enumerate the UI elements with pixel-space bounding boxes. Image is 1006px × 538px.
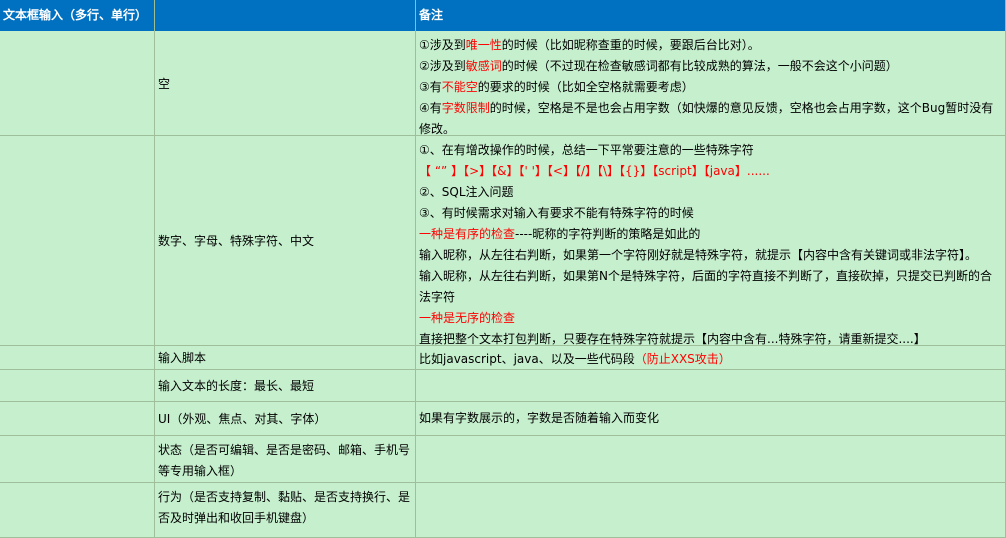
note-line: 比如javascript、java、以及一些代码段（防止XXS攻击）: [419, 349, 1005, 369]
note-text: 的要求的时候（比如全空格就需要考虑）: [477, 80, 694, 94]
note-text: 比如javascript、java、以及一些代码段: [419, 352, 635, 366]
item-text: 空: [158, 76, 171, 91]
note-line: 输入昵称，从左往右判断，如果第一个字符刚好就是特殊字符，就提示【内容中含有关键词…: [419, 245, 1005, 266]
header-col-c[interactable]: 备注: [416, 0, 1006, 31]
note-line: ④有字数限制的时候，空格是不是也会占用字数（如快爆的意见反馈，空格也会占用字数，…: [419, 98, 1005, 119]
cell-a[interactable]: [0, 136, 155, 346]
cell-a[interactable]: [0, 436, 155, 483]
cell-item[interactable]: 状态（是否可编辑、是否是密码、邮箱、手机号 等专用输入框）: [155, 436, 416, 483]
note-line: ③、有时候需求对输入有要求不能有特殊字符的时候: [419, 203, 1005, 224]
item-text: 输入文本的长度：最长、最短: [158, 379, 315, 393]
note-text: 的时候（比如昵称查重的时候，要跟后台比对）。: [501, 38, 760, 52]
note-highlight: 字数限制: [441, 101, 490, 115]
note-text: ④有: [419, 101, 442, 115]
note-text: ②涉及到: [419, 59, 466, 73]
cell-notes[interactable]: [416, 370, 1006, 402]
note-line: 一种是有序的检查----昵称的字符判断的策略是如此的: [419, 224, 1005, 245]
item-text-line: 等专用输入框）: [158, 464, 243, 478]
header-col-b[interactable]: [155, 0, 416, 31]
note-highlight: 敏感词: [465, 59, 502, 73]
item-text-line: 行为（是否支持复制、黏贴、是否支持换行、是: [158, 490, 411, 504]
note-text: 输入昵称，从左往右判断，如果第N个是特殊字符，后面的字符直接不判断了，直接砍掉，…: [419, 269, 992, 283]
item-text: 输入脚本: [158, 351, 207, 365]
note-text: ①涉及到: [419, 38, 466, 52]
note-highlight: 唯一性: [465, 38, 502, 52]
note-line: 直接把整个文本打包判断，只要存在特殊字符就提示【内容中含有...特殊字符，请重新…: [419, 329, 1005, 346]
note-text: 法字符: [419, 290, 456, 304]
note-highlight: 【 “” 】【>】【&】【' '】【<】【/】【\】【{}】【script】【j…: [419, 164, 770, 178]
cell-item[interactable]: 行为（是否支持复制、黏贴、是否支持换行、是 否及时弹出和收回手机键盘）: [155, 483, 416, 538]
note-line: ②、SQL注入问题: [419, 182, 1005, 203]
note-text: ③有: [419, 80, 442, 94]
cell-item[interactable]: UI（外观、焦点、对其、字体）: [155, 402, 416, 436]
cell-notes[interactable]: [416, 436, 1006, 483]
cell-item[interactable]: 空: [155, 31, 416, 136]
cell-notes[interactable]: ①、在有增改操作的时候，总结一下平常要注意的一些特殊字符【 “” 】【>】【&】…: [416, 136, 1006, 346]
note-highlight: （防止XXS攻击）: [634, 352, 731, 366]
note-line: ②涉及到敏感词的时候（不过现在检查敏感词都有比较成熟的算法，一般不会这个小问题）: [419, 56, 1005, 77]
cell-notes[interactable]: 比如javascript、java、以及一些代码段（防止XXS攻击）: [416, 346, 1006, 370]
cell-a[interactable]: [0, 483, 155, 538]
note-highlight: 一种是有序的检查: [419, 227, 516, 241]
note-text: 的时候，空格是不是也会占用字数（如快爆的意见反馈，空格也会占用字数，这个Bug暂…: [489, 101, 994, 115]
note-line: 法字符: [419, 287, 1005, 308]
note-line: ③有不能空的要求的时候（比如全空格就需要考虑）: [419, 77, 1005, 98]
cell-notes[interactable]: [416, 483, 1006, 538]
cell-item[interactable]: 数字、字母、特殊字符、中文: [155, 136, 416, 346]
cell-a[interactable]: [0, 346, 155, 370]
note-line: ①、在有增改操作的时候，总结一下平常要注意的一些特殊字符: [419, 140, 1005, 161]
note-text: ----昵称的字符判断的策略是如此的: [515, 227, 701, 241]
note-text: ②、SQL注入问题: [419, 185, 514, 199]
item-text-line: 状态（是否可编辑、是否是密码、邮箱、手机号: [158, 443, 411, 457]
cell-a[interactable]: [0, 402, 155, 436]
note-text: 的时候（不过现在检查敏感词都有比较成熟的算法，一般不会这个小问题）: [501, 59, 898, 73]
spreadsheet: 文本框输入（多行、单行） 备注 空 ①涉及到唯一性的时候（比如昵称查重的时候，要跟…: [0, 0, 1006, 538]
note-highlight: 一种是无序的检查: [419, 311, 516, 325]
cell-a[interactable]: [0, 31, 155, 136]
cell-notes[interactable]: ①涉及到唯一性的时候（比如昵称查重的时候，要跟后台比对）。 ②涉及到敏感词的时候（…: [416, 31, 1006, 136]
note-line: 一种是无序的检查: [419, 308, 1005, 329]
note-text: 直接把整个文本打包判断，只要存在特殊字符就提示【内容中含有...特殊字符，请重新…: [419, 332, 926, 346]
note-line: 输入昵称，从左往右判断，如果第N个是特殊字符，后面的字符直接不判断了，直接砍掉，…: [419, 266, 1005, 287]
note-text: ①、在有增改操作的时候，总结一下平常要注意的一些特殊字符: [419, 143, 754, 157]
note-line: 修改。: [419, 119, 1005, 136]
cell-a[interactable]: [0, 370, 155, 402]
note-line: ①涉及到唯一性的时候（比如昵称查重的时候，要跟后台比对）。: [419, 35, 1005, 56]
item-text: 数字、字母、特殊字符、中文: [158, 234, 315, 248]
item-text-line: 否及时弹出和收回手机键盘）: [158, 511, 315, 525]
cell-item[interactable]: 输入脚本: [155, 346, 416, 370]
note-text: 修改。: [419, 122, 456, 136]
note-text: 输入昵称，从左往右判断，如果第一个字符刚好就是特殊字符，就提示【内容中含有关键词…: [419, 248, 978, 262]
note-line: 【 “” 】【>】【&】【' '】【<】【/】【\】【{}】【script】【j…: [419, 161, 1005, 182]
item-text: UI（外观、焦点、对其、字体）: [158, 412, 327, 426]
note-text: 如果有字数展示的，字数是否随着输入而变化: [419, 411, 660, 425]
note-highlight: 不能空: [441, 80, 478, 94]
note-text: ③、有时候需求对输入有要求不能有特殊字符的时候: [419, 206, 694, 220]
header-col-a[interactable]: 文本框输入（多行、单行）: [0, 0, 155, 31]
cell-item[interactable]: 输入文本的长度：最长、最短: [155, 370, 416, 402]
cell-notes[interactable]: 如果有字数展示的，字数是否随着输入而变化: [416, 402, 1006, 436]
note-line: 如果有字数展示的，字数是否随着输入而变化: [419, 408, 1005, 429]
